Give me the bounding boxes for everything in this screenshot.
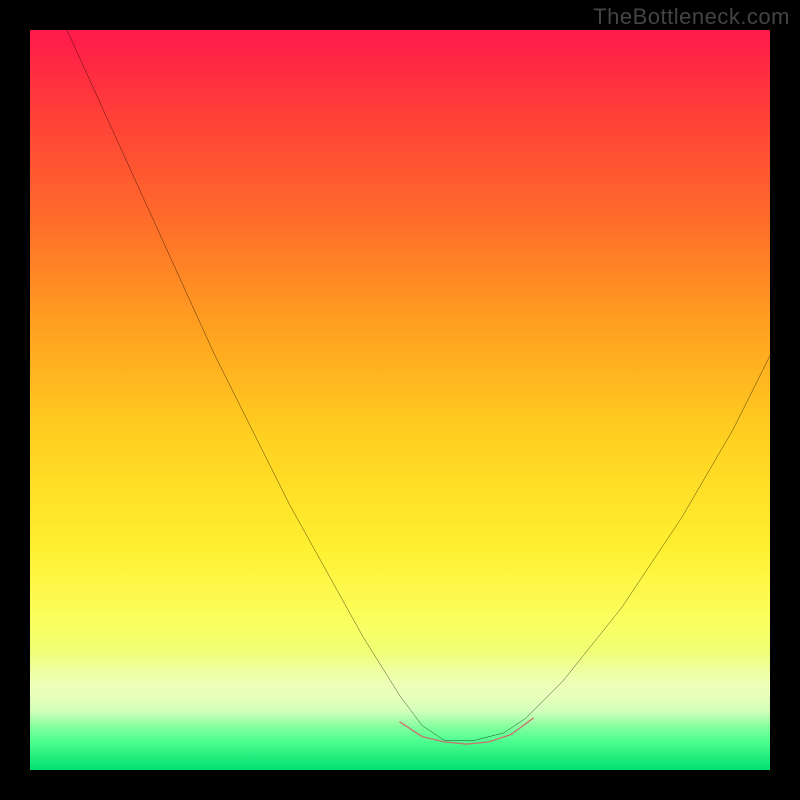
watermark-text: TheBottleneck.com bbox=[593, 4, 790, 30]
chart-frame: TheBottleneck.com bbox=[0, 0, 800, 800]
bottleneck-curve bbox=[67, 30, 770, 740]
curve-layer bbox=[30, 30, 770, 770]
valley-highlight bbox=[400, 718, 533, 744]
plot-area bbox=[30, 30, 770, 770]
